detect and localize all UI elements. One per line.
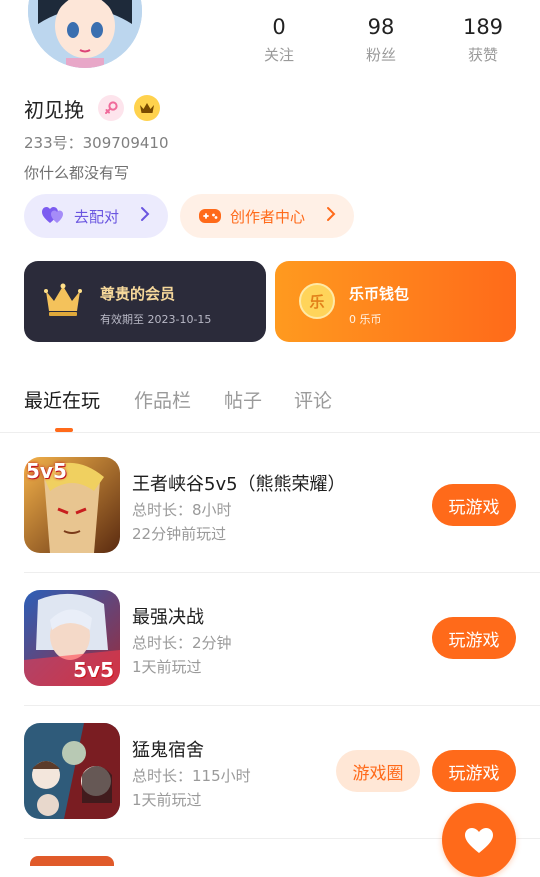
following-count: 0 — [272, 15, 286, 39]
list-divider — [24, 572, 540, 573]
game-circle-button[interactable]: 游戏圈 — [336, 750, 420, 792]
game-duration: 总时长：115小时 — [132, 767, 251, 785]
game-icon-5v5-label: 5v5 — [73, 658, 114, 682]
game-title[interactable]: 王者峡谷5v5（熊熊荣耀） — [132, 470, 346, 496]
creator-center-label: 创作者中心 — [230, 207, 306, 226]
creator-center-button[interactable]: 创作者中心 — [180, 194, 354, 238]
coin-glyph: 乐 — [309, 292, 325, 311]
tabs-divider — [0, 432, 540, 433]
crown-icon — [44, 283, 82, 316]
crown-badge-icon — [134, 95, 160, 121]
vip-expiry: 有效期至 2023-10-15 — [100, 313, 212, 326]
tab-works[interactable]: 作品栏 — [134, 386, 191, 413]
avatar[interactable] — [26, 0, 144, 70]
tab-recently-played[interactable]: 最近在玩 — [24, 386, 100, 413]
match-label: 去配对 — [74, 207, 120, 226]
following-label: 关注 — [263, 46, 294, 64]
wallet-title: 乐币钱包 — [349, 285, 410, 303]
followers-stat[interactable]: 98 粉丝 — [336, 14, 426, 65]
game-title[interactable]: 最强决战 — [132, 603, 204, 629]
chevron-right-icon — [327, 207, 336, 221]
bio: 你什么都没有写 — [24, 164, 130, 182]
coin-icon: 乐 — [299, 283, 335, 319]
vip-membership-card[interactable]: 尊贵的会员 有效期至 2023-10-15 — [24, 261, 266, 342]
likes-label: 获赞 — [467, 46, 498, 64]
game-duration: 总时长：8小时 — [132, 501, 232, 519]
game-icon-strongest-battle[interactable]: 5v5 — [24, 590, 120, 686]
play-game-button[interactable]: 玩游戏 — [432, 484, 516, 526]
list-divider — [24, 705, 540, 706]
heart-icon — [465, 827, 493, 853]
followers-label: 粉丝 — [365, 46, 396, 64]
game-icon-5v5-label: 5v5 — [26, 459, 67, 483]
game-icon-honor-of-kings[interactable]: 5v5 — [24, 457, 120, 553]
game-duration: 总时长：2分钟 — [132, 634, 232, 652]
nickname: 初见挽 — [24, 98, 84, 122]
game-title[interactable]: 猛鬼宿舍 — [132, 736, 204, 762]
like-fab-button[interactable] — [442, 803, 516, 877]
game-last-played: 1天前玩过 — [132, 791, 202, 809]
gamepad-icon — [199, 209, 221, 223]
female-gender-icon — [98, 95, 124, 121]
following-stat[interactable]: 0 关注 — [234, 14, 324, 65]
wallet-balance: 0 乐币 — [349, 313, 382, 326]
tab-posts[interactable]: 帖子 — [224, 386, 262, 413]
play-game-button[interactable]: 玩游戏 — [432, 750, 516, 792]
play-game-button[interactable]: 玩游戏 — [432, 617, 516, 659]
hearts-icon — [42, 207, 63, 223]
user-id: 233号：309709410 — [24, 134, 169, 152]
game-last-played: 22分钟前玩过 — [132, 525, 227, 543]
likes-count: 189 — [462, 15, 504, 39]
chevron-right-icon — [141, 207, 150, 221]
followers-count: 98 — [367, 15, 395, 39]
game-icon-partial[interactable] — [30, 856, 114, 866]
tab-comments[interactable]: 评论 — [294, 386, 332, 413]
match-button[interactable]: 去配对 — [24, 194, 168, 238]
game-last-played: 1天前玩过 — [132, 658, 202, 676]
wallet-card[interactable]: 乐 乐币钱包 0 乐币 — [275, 261, 516, 342]
likes-stat[interactable]: 189 获赞 — [438, 14, 528, 65]
vip-title: 尊贵的会员 — [100, 285, 176, 303]
game-icon-ghost-dormitory[interactable] — [24, 723, 120, 819]
